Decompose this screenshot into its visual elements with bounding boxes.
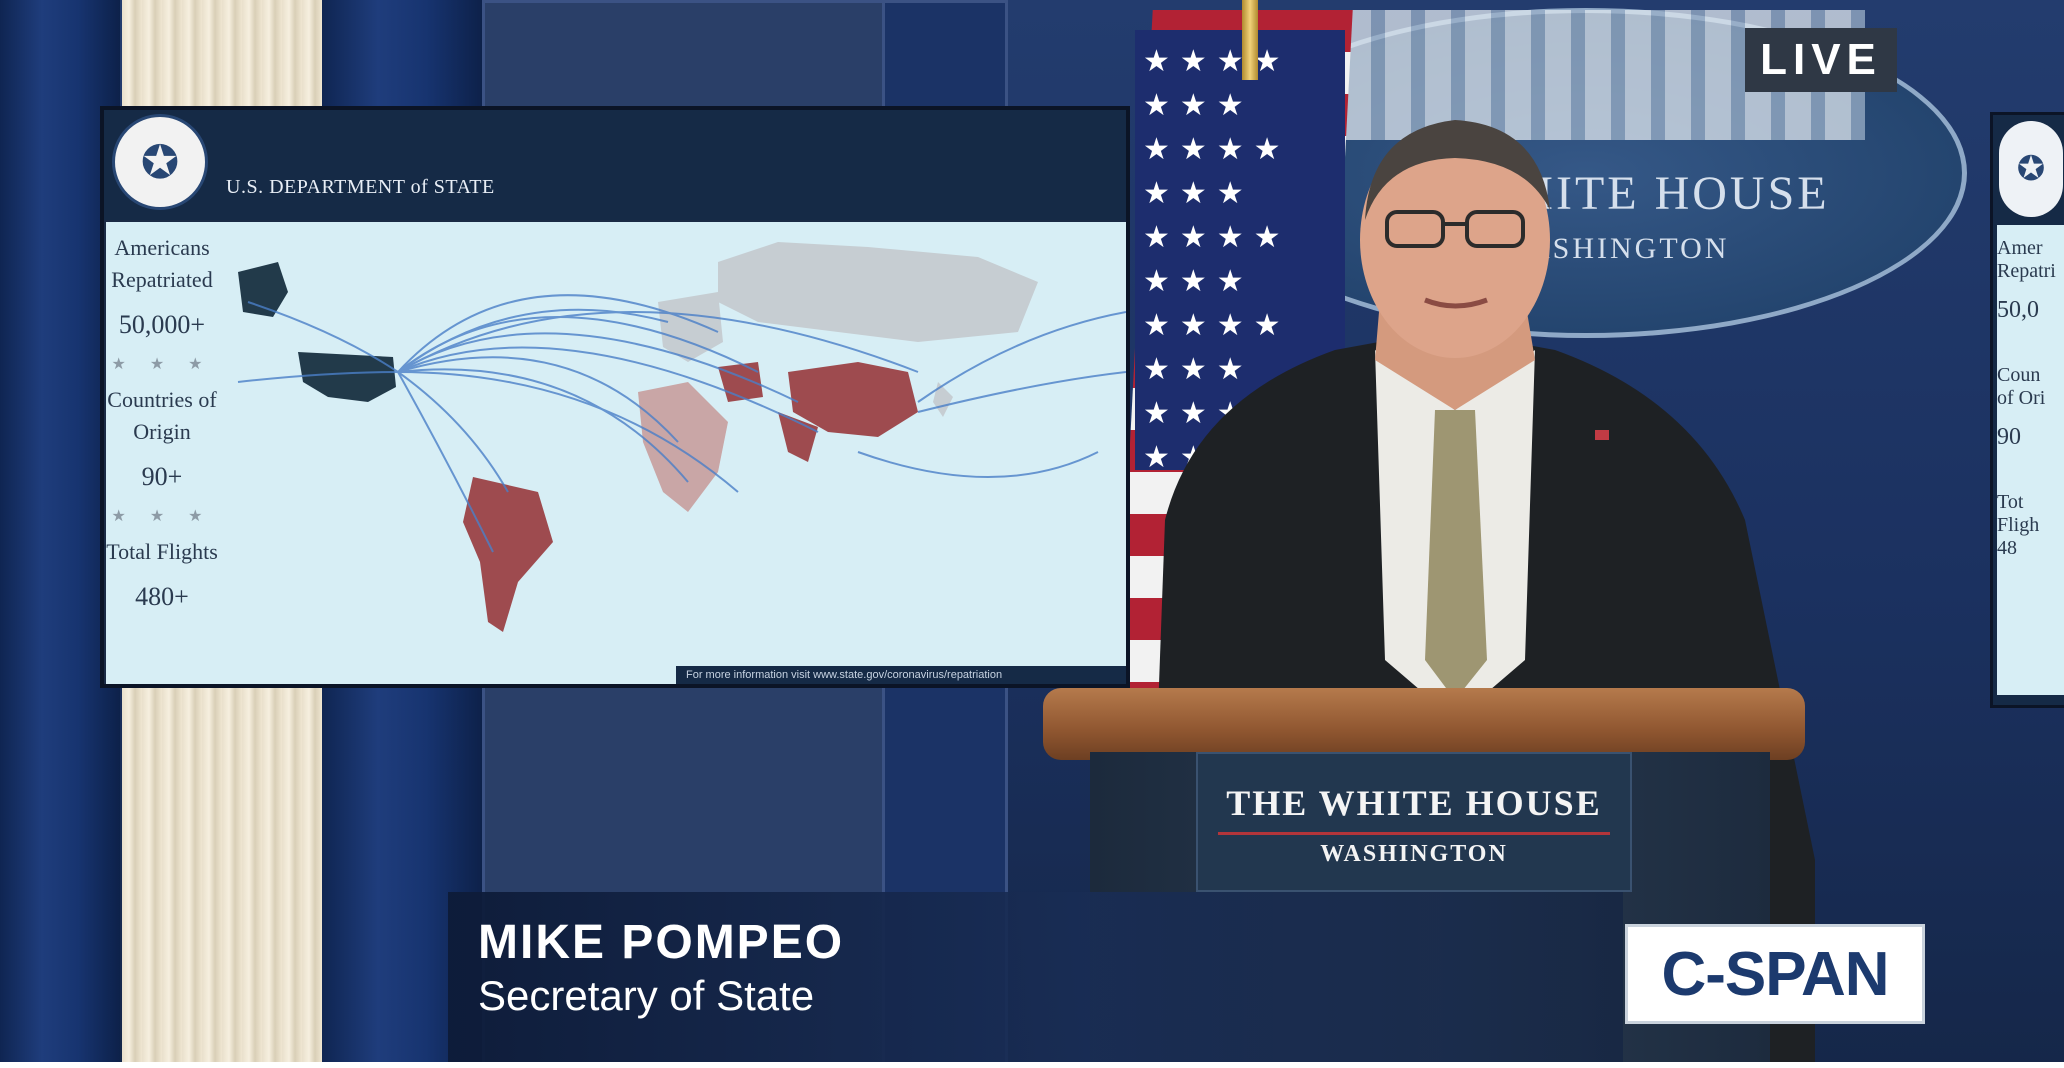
stat-fragment: Amer — [1997, 237, 2043, 259]
stat-fragment: of Ori — [1997, 387, 2046, 409]
eagle-seal-icon: ✪ — [1999, 121, 2063, 217]
stat-value: 480+ — [135, 582, 189, 611]
stat-fragment: Tot — [1997, 491, 2024, 513]
stats-column: Americans Repatriated 50,000+ ★ ★ ★ Coun… — [106, 222, 218, 684]
frame-border — [0, 1062, 2064, 1068]
stars-divider: ★ ★ ★ — [111, 356, 213, 373]
live-badge: LIVE — [1745, 28, 1897, 92]
stars-divider: ★ ★ ★ — [111, 508, 213, 525]
stat-fragment: 50,0 — [1997, 297, 2039, 323]
stat-value: 50,000+ — [118, 310, 206, 339]
flag-pole-finial — [1242, 0, 1258, 80]
display-monitor: ✪ U.S. DEPARTMENT of STATE Americans Rep… — [100, 106, 1130, 688]
stat-fragment: Coun — [1997, 364, 2041, 386]
podium-title: THE WHITE HOUSE — [1226, 783, 1602, 823]
world-flight-map — [218, 222, 1126, 684]
stat-fragment: Fligh — [1997, 514, 2040, 536]
stat-label: Total Flights — [106, 539, 218, 564]
podium-top — [1043, 688, 1805, 760]
stat-fragment: 48 — [1997, 537, 2017, 559]
stat-fragment: 90 — [1997, 424, 2021, 450]
second-monitor-stats: Amer Repatri 50,0 Coun of Ori 90 Tot Fli… — [1997, 225, 2064, 695]
podium-seal-plate: THE WHITE HOUSE WASHINGTON — [1196, 752, 1632, 892]
press-briefing-scene: WHITE HOUSE WASHINGTON ★★★★ ★★★ ★★★★ ★★★… — [0, 0, 2064, 1068]
speaker-title: Secretary of State — [478, 972, 815, 1019]
eagle-seal-icon: ✪ — [112, 114, 208, 210]
stat-value: 90+ — [141, 462, 183, 491]
stat-fragment: Repatri — [1997, 260, 2056, 282]
speaker-name: MIKE POMPEO — [478, 916, 845, 969]
stat-label: Countries of Origin — [107, 387, 217, 444]
stat-label: Americans Repatriated — [111, 235, 213, 292]
footer-note: For more information visit www.state.gov… — [676, 666, 1126, 684]
department-title: U.S. DEPARTMENT of STATE — [226, 176, 495, 198]
podium-divider — [1218, 832, 1610, 835]
second-monitor-partial: ✪ Amer Repatri 50,0 Coun of Ori 90 Tot F… — [1990, 112, 2064, 708]
monitor-header: ✪ U.S. DEPARTMENT of STATE — [104, 110, 1126, 220]
podium-subtitle: WASHINGTON — [1320, 841, 1508, 867]
repatriation-infographic: Americans Repatriated 50,000+ ★ ★ ★ Coun… — [106, 222, 1126, 684]
cspan-logo: C-SPAN — [1625, 924, 1925, 1024]
